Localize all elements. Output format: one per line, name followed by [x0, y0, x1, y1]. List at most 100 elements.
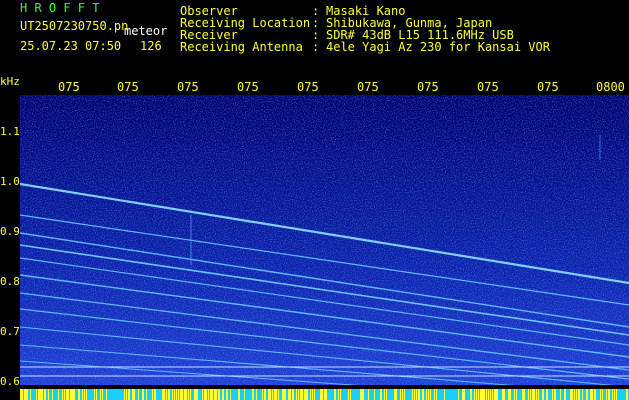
- signal-strip-bar: [322, 389, 323, 400]
- signal-strip-bar: [262, 389, 263, 400]
- signal-strip-bar: [444, 389, 445, 400]
- signal-strip-bar: [572, 389, 573, 400]
- signal-strip-bar: [96, 389, 97, 400]
- signal-strip-bar: [396, 389, 397, 400]
- signal-strip-bar: [72, 389, 74, 400]
- signal-strip-bar: [554, 389, 556, 400]
- signal-strip-bar: [418, 389, 420, 400]
- signal-strip-bar: [298, 389, 299, 400]
- freq-tick: 0.7: [0, 325, 20, 338]
- signal-strip-bar: [188, 389, 189, 400]
- signal-strip-bar: [436, 389, 437, 400]
- time-tick: 075: [297, 80, 319, 94]
- signal-strip-bar: [510, 389, 511, 400]
- signal-strip-bar: [626, 389, 628, 400]
- signal-strip-bar: [402, 389, 403, 400]
- signal-strip-bar: [256, 389, 257, 400]
- signal-strip-bar: [538, 389, 539, 400]
- signal-strip-bar: [380, 389, 382, 400]
- signal-strip-bar: [516, 389, 517, 400]
- signal-strip-bar: [48, 389, 49, 400]
- signal-strip-bar: [302, 389, 303, 400]
- signal-strip-bar: [488, 389, 489, 400]
- freq-tick: 0.8: [0, 275, 20, 288]
- signal-strip-bar: [226, 389, 228, 400]
- signal-strip-bar: [184, 389, 186, 400]
- signal-strip-bar: [430, 389, 431, 400]
- time-tick: 075: [477, 80, 499, 94]
- signal-strip-bar: [166, 389, 167, 400]
- signal-strip-bar: [338, 389, 339, 400]
- time-tick: 075: [117, 80, 139, 94]
- signal-strip-bar: [422, 389, 424, 400]
- signal-strip-bar: [196, 389, 198, 400]
- signal-strip-bar: [296, 389, 297, 400]
- signal-strip-bar: [278, 389, 279, 400]
- signal-strip-bar: [314, 389, 315, 400]
- datetime: 25.07.23 07:50: [20, 39, 122, 53]
- signal-strip-bar: [434, 389, 435, 400]
- signal-strip-bar: [44, 389, 46, 400]
- signal-strip-bar: [386, 389, 387, 400]
- signal-strip-bar: [496, 389, 498, 400]
- signal-strip-bar: [290, 389, 291, 400]
- signal-strip-bar: [282, 389, 284, 400]
- signal-strip-bar: [128, 389, 130, 400]
- signal-strip-bar: [252, 389, 254, 400]
- signal-strip-bar: [94, 389, 95, 400]
- signal-strip-bar: [312, 389, 313, 400]
- signal-strip-bar: [528, 389, 529, 400]
- signal-strip-bar: [532, 389, 534, 400]
- signal-strip-bar: [480, 389, 482, 400]
- signal-strip-bar: [272, 389, 273, 400]
- filename: UT2507230750.pn: [20, 19, 129, 33]
- signal-strip-bar: [216, 389, 217, 400]
- signal-strip-bar: [204, 389, 206, 400]
- time-tick: 0800: [596, 80, 625, 94]
- signal-strip-bar: [168, 389, 170, 400]
- signal-strip-bar: [292, 389, 294, 400]
- signal-strip-bar: [464, 389, 465, 400]
- signal-strip-bar: [100, 389, 101, 400]
- signal-strip-bar: [374, 389, 375, 400]
- signal-strip-bar: [210, 389, 212, 400]
- signal-strip-bar: [310, 389, 311, 400]
- signal-strip-bar: [212, 389, 213, 400]
- signal-strip-bar: [38, 389, 40, 400]
- signal-strip-bar: [334, 389, 336, 400]
- signal-strip-bar: [574, 389, 575, 400]
- time-tick: 075: [417, 80, 439, 94]
- signal-strip-bar: [190, 389, 191, 400]
- signal-strip-bar: [24, 389, 26, 400]
- signal-strip-bar: [176, 389, 177, 400]
- signal-strip-bar: [214, 389, 216, 400]
- signal-strip-bar: [414, 389, 415, 400]
- signal-strip-bar: [534, 389, 535, 400]
- field-value-antenna: 4ele Yagi Az 230 for Kansai VOR: [326, 40, 550, 54]
- time-tick: 075: [537, 80, 559, 94]
- signal-strip-bar: [40, 389, 42, 400]
- signal-strip-bar: [612, 389, 613, 400]
- signal-strip-bar: [536, 389, 537, 400]
- signal-strip-bar: [288, 389, 290, 400]
- signal-strip-bar: [86, 389, 87, 400]
- signal-strip-bar: [182, 389, 183, 400]
- signal-strip-bar: [264, 389, 266, 400]
- signal-strip-bar: [300, 389, 302, 400]
- signal-strip-bar: [82, 389, 83, 400]
- signal-strip-bar: [124, 389, 125, 400]
- field-sep-antenna: :: [312, 40, 320, 54]
- signal-strip-bar: [400, 389, 401, 400]
- signal-strip-bar: [52, 389, 53, 400]
- signal-strip-bar: [324, 389, 326, 400]
- signal-strip-bar: [546, 389, 548, 400]
- signal-strip-bar: [270, 389, 271, 400]
- signal-strip-bar: [238, 389, 240, 400]
- signal-strip-bar: [492, 389, 493, 400]
- signal-strip-bar: [412, 389, 413, 400]
- signal-strip-bar: [570, 389, 572, 400]
- signal-strip-bar: [106, 389, 107, 400]
- signal-strip-bar: [284, 389, 286, 400]
- signal-strip-bar: [132, 389, 134, 400]
- signal-strip-bar: [126, 389, 127, 400]
